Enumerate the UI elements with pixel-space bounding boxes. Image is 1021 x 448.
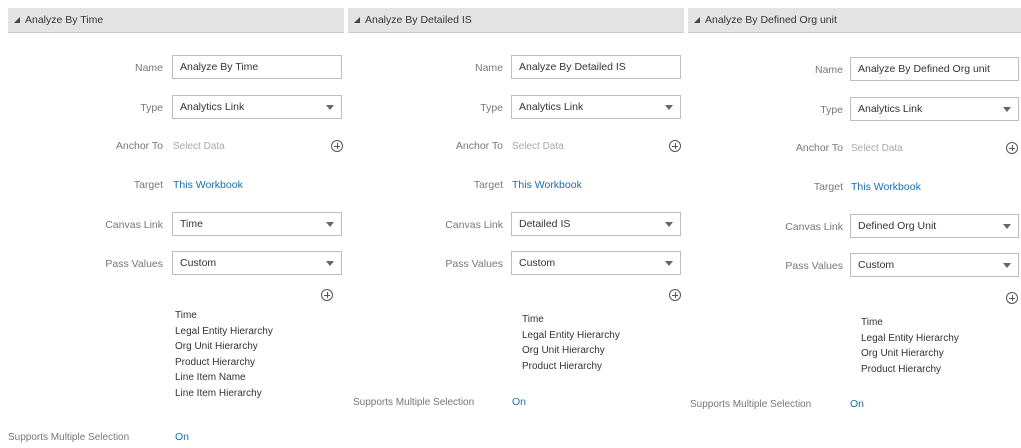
list-item: Legal Entity Hierarchy bbox=[522, 329, 620, 341]
list-item: Time bbox=[861, 317, 883, 328]
chevron-down-icon bbox=[665, 260, 673, 266]
pass-values-list: Time Legal Entity Hierarchy Org Unit Hie… bbox=[522, 312, 620, 374]
panel-title: Analyze By Defined Org unit bbox=[705, 14, 837, 26]
pass-values-select[interactable]: Custom bbox=[850, 253, 1019, 277]
collapse-triangle-icon[interactable] bbox=[14, 17, 20, 23]
add-value-icon[interactable] bbox=[669, 289, 681, 301]
supports-multiple-selection-label: Supports Multiple Selection bbox=[690, 399, 812, 410]
target-link[interactable]: This Workbook bbox=[173, 179, 243, 191]
supports-multiple-selection-toggle[interactable]: On bbox=[175, 431, 189, 443]
name-label: Name bbox=[474, 62, 503, 74]
pass-values-list: Time Legal Entity Hierarchy Org Unit Hie… bbox=[175, 308, 273, 401]
chevron-down-icon bbox=[326, 260, 334, 266]
pass-values-label: Pass Values bbox=[785, 260, 843, 272]
add-value-icon[interactable] bbox=[321, 289, 333, 301]
list-item: Org Unit Hierarchy bbox=[861, 348, 944, 359]
type-label: Type bbox=[480, 102, 503, 114]
supports-multiple-selection-toggle[interactable]: On bbox=[512, 396, 526, 408]
list-item: Time bbox=[175, 310, 197, 321]
supports-multiple-selection-label: Supports Multiple Selection bbox=[8, 432, 130, 443]
list-item: Product Hierarchy bbox=[175, 356, 256, 368]
chevron-down-icon bbox=[665, 221, 673, 227]
add-value-icon[interactable] bbox=[1006, 292, 1018, 304]
list-item: Line Item Hierarchy bbox=[175, 387, 262, 399]
panel-title: Analyze By Time bbox=[25, 14, 104, 26]
canvas-link-value: Detailed IS bbox=[519, 218, 571, 230]
list-item: Legal Entity Hierarchy bbox=[175, 325, 273, 337]
type-select[interactable]: Analytics Link bbox=[172, 95, 342, 119]
chevron-down-icon bbox=[326, 104, 334, 110]
panel-title: Analyze By Detailed IS bbox=[365, 14, 472, 26]
name-label: Name bbox=[814, 64, 843, 76]
chevron-down-icon bbox=[326, 221, 334, 227]
add-anchor-icon[interactable] bbox=[669, 140, 681, 152]
canvas-link-value: Defined Org Unit bbox=[858, 220, 937, 232]
pass-values-list: Time Legal Entity Hierarchy Org Unit Hie… bbox=[861, 315, 959, 377]
canvas-link-label: Canvas Link bbox=[105, 219, 163, 231]
panel-analyze-by-time: Analyze By Time Name Analyze By Time Typ… bbox=[8, 8, 344, 448]
anchor-to-select-data[interactable]: Select Data bbox=[851, 143, 903, 154]
type-label: Type bbox=[140, 102, 163, 114]
type-value: Analytics Link bbox=[858, 103, 923, 115]
chevron-down-icon bbox=[1003, 262, 1011, 268]
list-item: Product Hierarchy bbox=[522, 360, 603, 372]
pass-values-value: Custom bbox=[858, 259, 895, 271]
list-item: Org Unit Hierarchy bbox=[175, 341, 258, 352]
pass-values-label: Pass Values bbox=[105, 258, 163, 270]
type-select[interactable]: Analytics Link bbox=[511, 95, 681, 119]
target-link[interactable]: This Workbook bbox=[851, 181, 921, 193]
panel-header[interactable]: Analyze By Time bbox=[8, 8, 344, 33]
collapse-triangle-icon[interactable] bbox=[354, 17, 360, 23]
list-item: Product Hierarchy bbox=[861, 363, 942, 375]
name-field[interactable]: Analyze By Time bbox=[172, 55, 342, 79]
pass-values-select[interactable]: Custom bbox=[172, 251, 342, 275]
panel-header[interactable]: Analyze By Defined Org unit bbox=[688, 8, 1021, 33]
name-field[interactable]: Analyze By Detailed IS bbox=[511, 55, 681, 79]
pass-values-select[interactable]: Custom bbox=[511, 251, 681, 275]
supports-multiple-selection-label: Supports Multiple Selection bbox=[353, 397, 475, 408]
target-label: Target bbox=[473, 179, 503, 191]
panel-analyze-by-detailed-is: Analyze By Detailed IS Name Analyze By D… bbox=[348, 8, 684, 448]
add-anchor-icon[interactable] bbox=[1006, 142, 1018, 154]
list-item: Line Item Name bbox=[175, 372, 246, 383]
target-label: Target bbox=[813, 181, 843, 193]
chevron-down-icon bbox=[1003, 223, 1011, 229]
anchor-to-select-data[interactable]: Select Data bbox=[512, 141, 564, 152]
pass-values-value: Custom bbox=[180, 257, 217, 269]
list-item: Legal Entity Hierarchy bbox=[861, 332, 959, 344]
anchor-to-label: Anchor To bbox=[455, 140, 503, 152]
canvas-link-select[interactable]: Defined Org Unit bbox=[850, 214, 1019, 238]
collapse-triangle-icon[interactable] bbox=[694, 17, 700, 23]
add-anchor-icon[interactable] bbox=[331, 140, 343, 152]
type-select[interactable]: Analytics Link bbox=[850, 97, 1019, 121]
panel-analyze-by-defined-org-unit: Analyze By Defined Org unit Name Analyze… bbox=[688, 8, 1021, 448]
panel-header[interactable]: Analyze By Detailed IS bbox=[348, 8, 684, 33]
list-item: Org Unit Hierarchy bbox=[522, 345, 605, 356]
name-label: Name bbox=[134, 62, 163, 74]
canvas-link-select[interactable]: Detailed IS bbox=[511, 212, 681, 236]
canvas-link-label: Canvas Link bbox=[445, 219, 503, 231]
name-field[interactable]: Analyze By Defined Org unit bbox=[850, 57, 1019, 81]
pass-values-label: Pass Values bbox=[445, 258, 503, 270]
canvas-link-value: Time bbox=[180, 218, 203, 230]
supports-multiple-selection-toggle[interactable]: On bbox=[850, 398, 864, 410]
canvas-link-select[interactable]: Time bbox=[172, 212, 342, 236]
type-label: Type bbox=[820, 104, 843, 116]
type-value: Analytics Link bbox=[180, 101, 245, 113]
anchor-to-label: Anchor To bbox=[115, 140, 163, 152]
target-label: Target bbox=[133, 179, 163, 191]
anchor-to-select-data[interactable]: Select Data bbox=[173, 141, 225, 152]
canvas-link-label: Canvas Link bbox=[785, 221, 843, 233]
chevron-down-icon bbox=[665, 104, 673, 110]
type-value: Analytics Link bbox=[519, 101, 584, 113]
list-item: Time bbox=[522, 314, 544, 325]
target-link[interactable]: This Workbook bbox=[512, 179, 582, 191]
chevron-down-icon bbox=[1003, 106, 1011, 112]
pass-values-value: Custom bbox=[519, 257, 556, 269]
anchor-to-label: Anchor To bbox=[795, 142, 843, 154]
